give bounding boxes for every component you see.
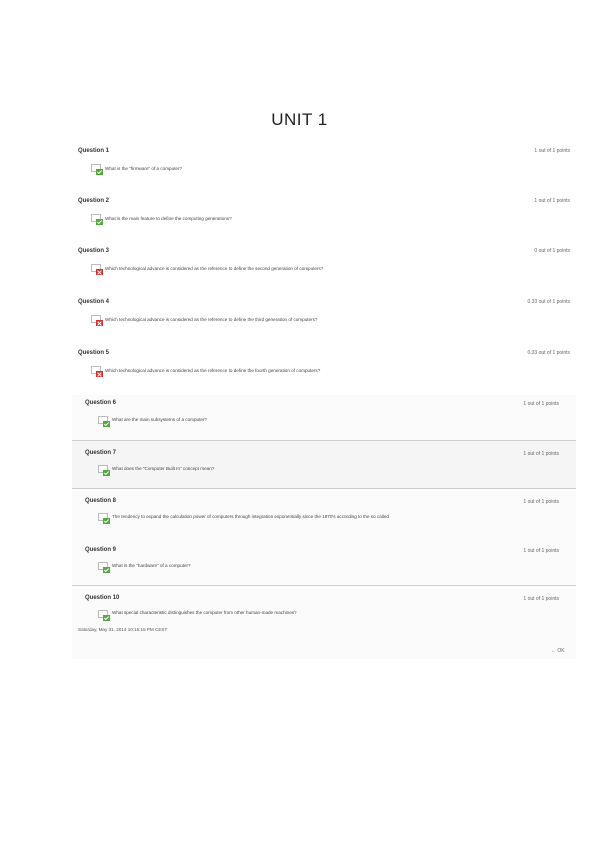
question-block-9: Question 9 1 out of 1 points What is the…: [72, 538, 576, 585]
question-heading: Question 10: [85, 595, 120, 601]
submission-date: Saturday, May 31, 2014 10:15:15 PM CEST: [78, 627, 168, 632]
question-block-10: Question 10 1 out of 1 points What speci…: [72, 586, 576, 626]
question-heading: Question 8: [85, 498, 117, 504]
incorrect-icon: [91, 264, 103, 275]
question-points: 0.33 out of 1 points: [527, 299, 570, 305]
question-text: What is the main feature to define the c…: [105, 216, 232, 221]
incorrect-icon: [91, 366, 103, 377]
question-points: 1 out of 1 points: [534, 148, 570, 154]
question-text: What is the "hardware" of a computer?: [112, 563, 191, 568]
question-heading: Question 5: [78, 350, 110, 356]
question-text: What are the main subsystems of a comput…: [112, 417, 207, 422]
question-block-4: Question 4 0.33 out of 1 points Which te…: [72, 299, 576, 345]
question-block-8: Question 8 1 out of 1 points The tendenc…: [72, 489, 576, 537]
correct-icon: [98, 562, 110, 573]
correct-icon: [98, 513, 110, 524]
question-heading: Question 1: [78, 148, 110, 154]
question-heading: Question 2: [78, 198, 110, 204]
ok-button[interactable]: ← OK: [551, 648, 565, 654]
question-points: 1 out of 1 points: [534, 198, 570, 204]
question-block-6: Question 6 1 out of 1 points What are th…: [72, 396, 576, 440]
question-text: Which technological advance is considere…: [105, 266, 324, 271]
question-text: What is the "firmware" of a computer?: [105, 166, 183, 171]
correct-icon: [98, 465, 110, 476]
question-points: 1 out of 1 points: [523, 548, 559, 554]
page-title: UNIT 1: [271, 110, 328, 129]
correct-icon: [91, 164, 103, 175]
question-block-7: Question 7 1 out of 1 points What does t…: [72, 441, 576, 488]
question-text: Which technological advance is considere…: [105, 317, 318, 322]
question-points: 0 out of 1 points: [534, 248, 570, 254]
question-heading: Question 3: [78, 248, 110, 254]
correct-icon: [98, 610, 110, 621]
question-block-1: Question 1 1 out of 1 points What is the…: [72, 148, 576, 194]
question-points: 1 out of 1 points: [523, 451, 559, 457]
question-points: 1 out of 1 points: [523, 596, 559, 602]
question-heading: Question 9: [85, 547, 117, 553]
correct-icon: [98, 416, 110, 427]
question-text: The tendency to expand the calculation p…: [112, 514, 389, 519]
question-heading: Question 7: [85, 450, 117, 456]
question-heading: Question 6: [85, 400, 117, 406]
question-block-2: Question 2 1 out of 1 points What is the…: [72, 198, 576, 244]
correct-icon: [91, 214, 103, 225]
question-points: 1 out of 1 points: [523, 499, 559, 505]
question-heading: Question 4: [78, 299, 110, 305]
question-points: 0.33 out of 1 points: [527, 350, 570, 356]
question-text: What does the "Computer Built In" concep…: [112, 466, 215, 471]
question-points: 1 out of 1 points: [523, 401, 559, 407]
question-text: Which technological advance is considere…: [105, 368, 321, 373]
question-block-3: Question 3 0 out of 1 points Which techn…: [72, 248, 576, 294]
question-block-5: Question 5 0.33 out of 1 points Which te…: [72, 350, 576, 396]
question-text: What special characteristic distinguishe…: [112, 610, 297, 615]
incorrect-icon: [91, 315, 103, 326]
